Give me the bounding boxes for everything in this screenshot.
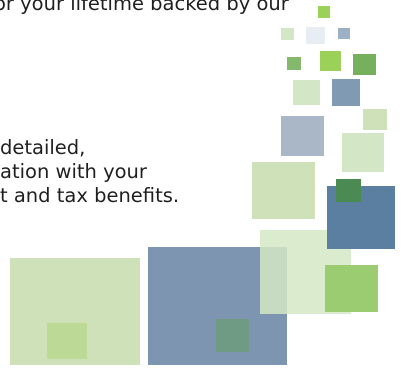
decorative-square [47, 323, 87, 359]
body-text-line: or your lifetime backed by our [0, 0, 289, 15]
decorative-square [320, 51, 341, 71]
decorative-square [287, 57, 301, 70]
decorative-square [338, 28, 350, 39]
body-text-line: ation with your [0, 160, 147, 183]
decorative-square [342, 133, 384, 172]
decorative-square [293, 80, 320, 105]
decorative-square [318, 6, 330, 18]
body-text-line: t and tax benefits. [0, 184, 180, 207]
body-text-line: detailed, [0, 136, 86, 159]
decorative-square [252, 162, 315, 219]
decorative-square [353, 54, 376, 75]
decorative-square [216, 319, 249, 352]
decorative-square [281, 28, 294, 40]
decorative-square [336, 179, 361, 202]
decorative-square [306, 27, 325, 44]
decorative-square [332, 79, 360, 106]
decorative-square [363, 109, 387, 130]
decorative-square [281, 116, 324, 156]
decorative-square [325, 265, 378, 312]
